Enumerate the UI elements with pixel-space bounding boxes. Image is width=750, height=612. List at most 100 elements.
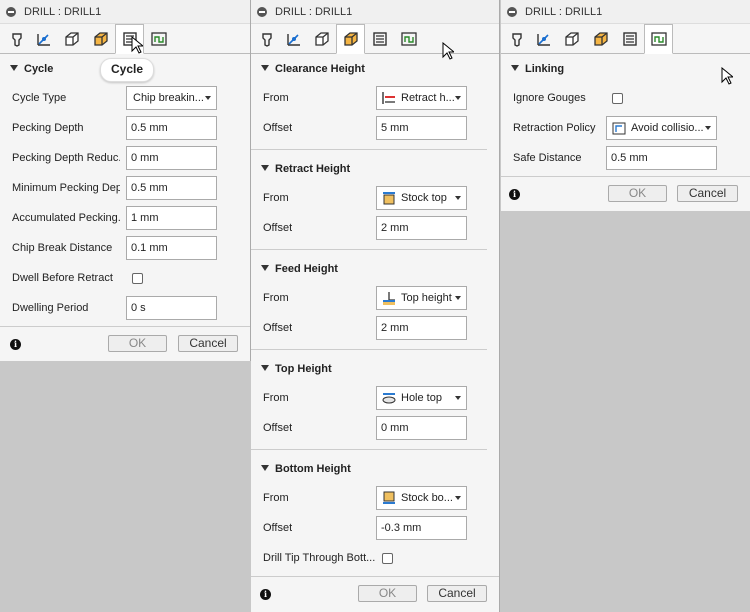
bottom-from-select[interactable]: Stock bo... <box>376 486 467 510</box>
section-header-retract-height[interactable]: Retract Height <box>261 163 350 175</box>
top-height-icon <box>383 292 395 305</box>
clearance-offset-input[interactable]: 5 mm <box>376 116 467 140</box>
tool-tab-icon <box>511 32 522 47</box>
top-from-select[interactable]: Hole top <box>376 386 467 410</box>
collapse-triangle-icon <box>261 465 269 471</box>
hole-top-icon <box>382 393 396 404</box>
ignore-gouges-checkbox[interactable] <box>612 93 623 104</box>
chip-break-distance-input[interactable]: 0.1 mm <box>126 236 217 260</box>
section-divider <box>251 149 487 150</box>
linking-tab-icon <box>400 31 417 46</box>
tab-cycle[interactable] <box>615 24 644 53</box>
clearance-from-label: From <box>263 92 289 104</box>
collapse-triangle-icon <box>261 65 269 71</box>
retraction-policy-select[interactable]: Avoid collisio... <box>606 116 717 140</box>
tab-geometry[interactable] <box>29 24 58 53</box>
cancel-button[interactable]: Cancel <box>677 185 738 202</box>
tab-linking[interactable] <box>644 24 673 54</box>
cycle-type-label: Cycle Type <box>12 92 67 104</box>
heights-tab-icon <box>564 31 579 46</box>
chevron-down-icon <box>455 496 461 500</box>
tab-passes[interactable] <box>586 24 615 53</box>
cycle-type-select[interactable]: Chip breakin... <box>126 86 217 110</box>
tab-heights[interactable] <box>307 24 336 53</box>
drill-panel-linking: DRILL : DRILL1 Linking Ignore Gouges Ret… <box>501 0 750 211</box>
collapse-icon[interactable] <box>507 6 517 17</box>
feed-offset-input[interactable]: 2 mm <box>376 316 467 340</box>
retract-from-label: From <box>263 192 289 204</box>
section-header-top-height[interactable]: Top Height <box>261 363 332 375</box>
tool-tab-icon <box>11 32 22 47</box>
pecking-depth-reduction-input[interactable]: 0 mm <box>126 146 217 170</box>
tab-passes[interactable] <box>336 24 365 54</box>
tab-cycle[interactable] <box>365 24 394 53</box>
section-header-linking[interactable]: Linking <box>511 63 564 75</box>
top-offset-input[interactable]: 0 mm <box>376 416 467 440</box>
section-header-feed-height[interactable]: Feed Height <box>261 263 338 275</box>
ok-button[interactable]: OK <box>608 185 667 202</box>
tab-tooltip: Cycle <box>100 58 155 82</box>
geometry-tab-icon <box>536 33 550 46</box>
drill-tip-through-bottom-checkbox[interactable] <box>382 553 393 564</box>
mouse-cursor-icon <box>442 42 454 60</box>
tab-tool[interactable] <box>252 24 281 53</box>
panel-titlebar: DRILL : DRILL1 <box>501 0 750 24</box>
top-offset-label: Offset <box>263 422 293 434</box>
info-icon[interactable]: i <box>260 589 271 600</box>
retract-from-select[interactable]: Stock top <box>376 186 467 210</box>
feed-from-select[interactable]: Top height <box>376 286 467 310</box>
section-header-bottom-height[interactable]: Bottom Height <box>261 463 351 475</box>
tab-tool[interactable] <box>502 24 531 53</box>
info-icon[interactable]: i <box>509 189 520 200</box>
tab-strip <box>0 24 250 54</box>
section-header-cycle[interactable]: Cycle <box>10 63 53 75</box>
accumulated-pecking-input[interactable]: 1 mm <box>126 206 217 230</box>
chevron-down-icon <box>455 96 461 100</box>
dialog-footer: i OK Cancel <box>0 326 250 361</box>
ignore-gouges-label: Ignore Gouges <box>513 92 586 104</box>
dwelling-period-input[interactable]: 0 s <box>126 296 217 320</box>
ok-button[interactable]: OK <box>108 335 167 352</box>
linking-tab-icon <box>650 32 667 46</box>
collapse-triangle-icon <box>261 265 269 271</box>
clearance-from-select[interactable]: Retract h... <box>376 86 467 110</box>
section-divider <box>251 249 487 250</box>
feed-offset-label: Offset <box>263 322 293 334</box>
cancel-button[interactable]: Cancel <box>178 335 238 352</box>
chevron-down-icon <box>455 396 461 400</box>
bottom-offset-input[interactable]: -0.3 mm <box>376 516 467 540</box>
minimum-pecking-depth-input[interactable]: 0.5 mm <box>126 176 217 200</box>
pecking-depth-input[interactable]: 0.5 mm <box>126 116 217 140</box>
safe-distance-input[interactable]: 0.5 mm <box>606 146 717 170</box>
tab-heights[interactable] <box>57 24 86 53</box>
tab-linking[interactable] <box>394 24 423 53</box>
tab-strip <box>501 24 750 54</box>
panel-titlebar: DRILL : DRILL1 <box>251 0 499 24</box>
dwell-before-retract-checkbox[interactable] <box>132 273 143 284</box>
collapse-triangle-icon <box>511 65 519 71</box>
dialog-footer: i OK Cancel <box>501 176 750 211</box>
retraction-policy-label: Retraction Policy <box>513 122 596 134</box>
geometry-tab-icon <box>286 33 300 46</box>
drill-tip-through-bottom-label: Drill Tip Through Bott... <box>263 552 375 564</box>
stock-top-icon <box>383 192 395 205</box>
info-icon[interactable]: i <box>10 339 21 350</box>
tab-linking[interactable] <box>144 24 173 53</box>
tab-geometry[interactable] <box>279 24 308 53</box>
cancel-button[interactable]: Cancel <box>427 585 487 602</box>
section-divider <box>251 449 487 450</box>
tab-passes[interactable] <box>86 24 115 53</box>
tab-heights[interactable] <box>557 24 586 53</box>
safe-distance-label: Safe Distance <box>513 152 582 164</box>
collapse-icon[interactable] <box>257 6 267 17</box>
cycle-tab-icon <box>622 31 637 46</box>
minimum-pecking-depth-label: Minimum Pecking Dep... <box>12 182 120 194</box>
tab-geometry[interactable] <box>529 24 558 53</box>
section-header-clearance-height[interactable]: Clearance Height <box>261 63 365 75</box>
dwelling-period-label: Dwelling Period <box>12 302 89 314</box>
tab-tool[interactable] <box>2 24 31 53</box>
ok-button[interactable]: OK <box>358 585 417 602</box>
collapse-icon[interactable] <box>6 6 16 17</box>
section-divider <box>251 349 487 350</box>
retract-offset-input[interactable]: 2 mm <box>376 216 467 240</box>
